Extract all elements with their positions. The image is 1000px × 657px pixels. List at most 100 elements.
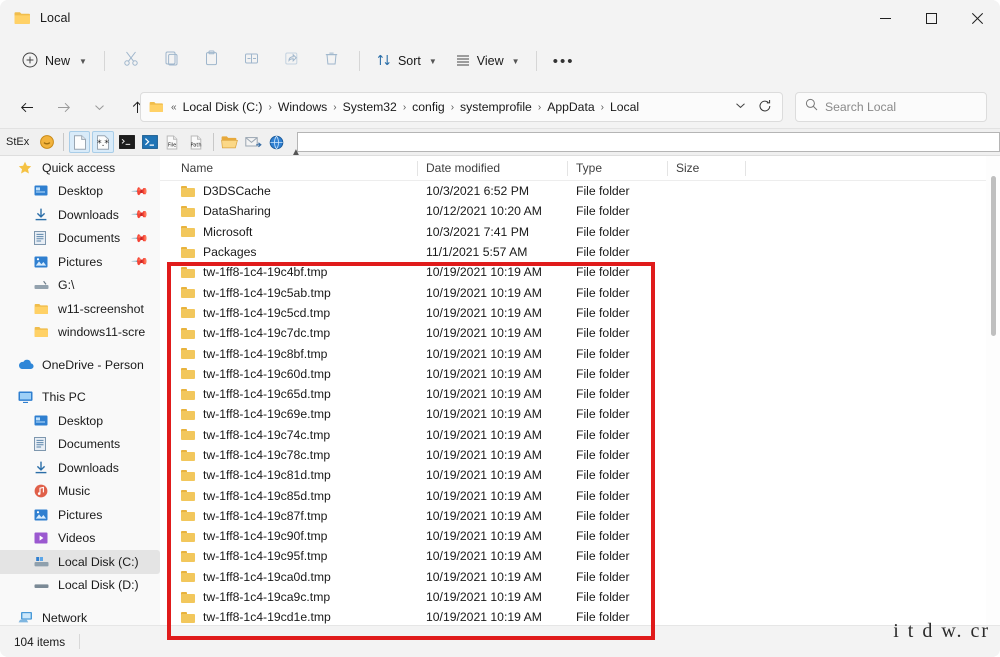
table-row[interactable]: Microsoft 10/3/2021 7:41 PM File folder: [160, 222, 1000, 242]
sidebar-item-onedrive[interactable]: OneDrive - Person: [0, 353, 160, 377]
sidebar-item-this-pc-documents[interactable]: Documents: [0, 433, 160, 457]
sidebar-item-local-disk-d[interactable]: Local Disk (D:): [0, 574, 160, 598]
sidebar-item-local-disk-c[interactable]: Local Disk (C:): [0, 550, 160, 574]
back-button[interactable]: [12, 92, 42, 122]
recent-locations-button[interactable]: [84, 92, 114, 122]
table-row[interactable]: tw-1ff8-1c4-19c5cd.tmp 10/19/2021 10:19 A…: [160, 303, 1000, 323]
stex-newfile-icon[interactable]: [68, 131, 91, 153]
folder-icon: [181, 571, 195, 583]
stex-open-folder-icon[interactable]: [219, 131, 241, 153]
more-options-button[interactable]: •••: [544, 45, 584, 77]
refresh-icon[interactable]: [752, 99, 778, 116]
sidebar-item-downloads[interactable]: Downloads 📌: [0, 203, 160, 227]
table-row[interactable]: tw-1ff8-1c4-19c8bf.tmp 10/19/2021 10:19 A…: [160, 343, 1000, 363]
sidebar-item-windows11-screenshots[interactable]: windows11-scre: [0, 321, 160, 345]
breadcrumb-item-config[interactable]: config: [408, 98, 449, 116]
stex-wildcard-icon[interactable]: *.*: [92, 131, 114, 153]
type-cell: File folder: [576, 407, 630, 422]
table-row[interactable]: tw-1ff8-1c4-19c4bf.tmp 10/19/2021 10:19 A…: [160, 262, 1000, 282]
new-button-label: New: [45, 54, 71, 68]
table-row[interactable]: tw-1ff8-1c4-19c95f.tmp 10/19/2021 10:19 A…: [160, 546, 1000, 566]
table-row[interactable]: tw-1ff8-1c4-19c81d.tmp 10/19/2021 10:19 A…: [160, 465, 1000, 485]
file-name-label: tw-1ff8-1c4-19ca0d.tmp: [203, 569, 331, 584]
close-button[interactable]: [954, 0, 1000, 36]
maximize-button[interactable]: [908, 0, 954, 36]
sidebar-item-drive-g[interactable]: G:\: [0, 274, 160, 298]
pin-icon[interactable]: 📌: [131, 205, 150, 224]
sidebar-item-documents[interactable]: Documents 📌: [0, 227, 160, 251]
sort-button[interactable]: Sort ▼: [367, 45, 446, 77]
pin-icon[interactable]: 📌: [131, 229, 150, 248]
table-row[interactable]: tw-1ff8-1c4-19c60d.tmp 10/19/2021 10:19 A…: [160, 364, 1000, 384]
breadcrumb-item-systemprofile[interactable]: systemprofile: [456, 98, 536, 116]
breadcrumb-overflow[interactable]: «: [169, 102, 179, 113]
sidebar-item-this-pc-desktop[interactable]: Desktop: [0, 409, 160, 433]
sort-button-label: Sort: [397, 54, 421, 68]
pin-icon[interactable]: 📌: [131, 252, 150, 271]
table-row[interactable]: tw-1ff8-1c4-19c90f.tmp 10/19/2021 10:19 A…: [160, 526, 1000, 546]
search-input[interactable]: Search Local: [795, 92, 987, 122]
view-button[interactable]: View ▼: [446, 45, 529, 77]
type-cell: File folder: [576, 590, 630, 605]
stex-copy-path-icon[interactable]: Path: [187, 131, 209, 153]
breadcrumb-item-system32[interactable]: System32: [339, 98, 401, 116]
cut-button[interactable]: [112, 45, 152, 77]
sidebar-item-pictures[interactable]: Pictures 📌: [0, 250, 160, 274]
table-row[interactable]: tw-1ff8-1c4-19c78c.tmp 10/19/2021 10:19 A…: [160, 445, 1000, 465]
vertical-scrollbar[interactable]: [986, 156, 1000, 625]
rename-button[interactable]: [232, 45, 272, 77]
stex-text-input[interactable]: [296, 132, 1000, 152]
table-row[interactable]: Packages 11/1/2021 5:57 AM File folder: [160, 242, 1000, 262]
table-row[interactable]: tw-1ff8-1c4-19c87f.tmp 10/19/2021 10:19 A…: [160, 506, 1000, 526]
delete-button[interactable]: [312, 45, 352, 77]
sidebar-item-this-pc-downloads[interactable]: Downloads: [0, 456, 160, 480]
table-row[interactable]: tw-1ff8-1c4-19ca9c.tmp 10/19/2021 10:19 A…: [160, 587, 1000, 607]
folder-icon: [181, 550, 195, 562]
column-header-date-modified[interactable]: Date modified: [418, 156, 568, 181]
address-bar[interactable]: « Local Disk (C:) › Windows › System32 ›…: [140, 92, 783, 122]
table-row[interactable]: DataSharing 10/12/2021 10:20 AM File folde…: [160, 201, 1000, 221]
column-header-type[interactable]: Type: [568, 156, 668, 181]
stex-mail-send-icon[interactable]: [243, 131, 265, 153]
sidebar-item-this-pc[interactable]: This PC: [0, 386, 160, 410]
sidebar-item-quick-access[interactable]: Quick access: [0, 156, 160, 180]
column-header-name[interactable]: ▲ Name: [160, 147, 418, 181]
paste-button[interactable]: [192, 45, 232, 77]
stex-globe-icon[interactable]: [266, 131, 288, 153]
chevron-down-icon[interactable]: [729, 100, 752, 114]
new-button[interactable]: New ▼: [14, 45, 97, 77]
table-row[interactable]: tw-1ff8-1c4-19c7dc.tmp 10/19/2021 10:19 A…: [160, 323, 1000, 343]
breadcrumb-item-local[interactable]: Local: [606, 98, 643, 116]
minimize-button[interactable]: [862, 0, 908, 36]
table-row[interactable]: tw-1ff8-1c4-19c74c.tmp 10/19/2021 10:19 A…: [160, 425, 1000, 445]
scrollbar-thumb[interactable]: [991, 176, 996, 336]
stex-coin-icon[interactable]: [36, 131, 58, 153]
folder-icon: [181, 307, 195, 319]
breadcrumb-item-local-disk-c[interactable]: Local Disk (C:): [179, 98, 267, 116]
sidebar-item-desktop[interactable]: Desktop 📌: [0, 180, 160, 204]
breadcrumb-item-windows[interactable]: Windows: [274, 98, 331, 116]
stex-console-icon[interactable]: [116, 131, 138, 153]
sidebar-item-videos[interactable]: Videos: [0, 527, 160, 551]
share-button[interactable]: [272, 45, 312, 77]
table-row[interactable]: tw-1ff8-1c4-19c5ab.tmp 10/19/2021 10:19 A…: [160, 282, 1000, 302]
table-row[interactable]: tw-1ff8-1c4-19c65d.tmp 10/19/2021 10:19 A…: [160, 384, 1000, 404]
sidebar-item-label: Downloads: [58, 460, 119, 475]
pin-icon[interactable]: 📌: [131, 182, 150, 201]
table-row[interactable]: tw-1ff8-1c4-19c85d.tmp 10/19/2021 10:19 A…: [160, 485, 1000, 505]
navigation-pane[interactable]: Quick access Desktop 📌 Downloads 📌 Docum…: [0, 156, 160, 625]
table-row[interactable]: tw-1ff8-1c4-19c69e.tmp 10/19/2021 10:19 A…: [160, 404, 1000, 424]
date-modified-cell: 10/19/2021 10:19 AM: [426, 529, 542, 544]
sidebar-item-music[interactable]: Music: [0, 480, 160, 504]
forward-button[interactable]: [48, 92, 78, 122]
stex-powershell-icon[interactable]: [140, 131, 162, 153]
sidebar-item-network[interactable]: Network: [0, 606, 160, 625]
stex-copy-file-name-icon[interactable]: File: [163, 131, 185, 153]
table-row[interactable]: tw-1ff8-1c4-19ca0d.tmp 10/19/2021 10:19 A…: [160, 567, 1000, 587]
column-header-size[interactable]: Size: [668, 156, 746, 181]
table-row[interactable]: D3DSCache 10/3/2021 6:52 PM File folder: [160, 181, 1000, 201]
sidebar-item-w11-screenshot[interactable]: w11-screenshot: [0, 297, 160, 321]
sidebar-item-this-pc-pictures[interactable]: Pictures: [0, 503, 160, 527]
breadcrumb-item-appdata[interactable]: AppData: [543, 98, 598, 116]
copy-button[interactable]: [152, 45, 192, 77]
